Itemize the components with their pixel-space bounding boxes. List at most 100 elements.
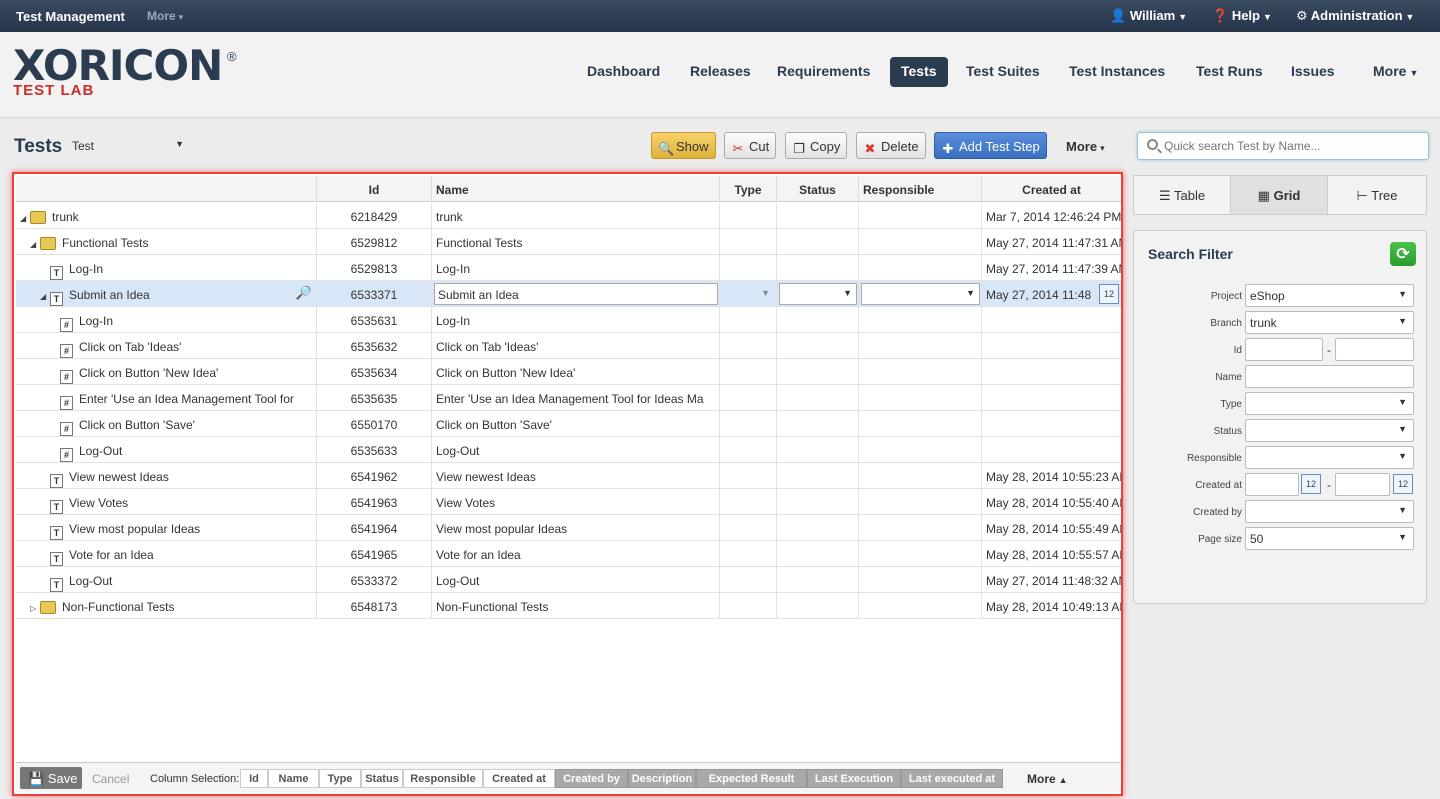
cut-button[interactable]: ✂ Cut bbox=[724, 132, 777, 159]
tree-cell[interactable]: # Log-In bbox=[16, 307, 316, 333]
table-row[interactable]: ◢ trunk 6218429 trunk Mar 7, 2014 12:46:24 P… bbox=[16, 203, 1121, 229]
tab-tree[interactable]: ⊢ Tree bbox=[1328, 176, 1426, 214]
created-to-input[interactable] bbox=[1335, 473, 1390, 496]
tree-cell[interactable]: ▷ Non-Functional Tests bbox=[16, 593, 316, 619]
table-row[interactable]: # Click on Button 'Save' 6550170 Click on B… bbox=[16, 411, 1121, 437]
page-size-select[interactable]: 50 ▼ bbox=[1245, 527, 1414, 550]
project-select[interactable]: eShop ▼ bbox=[1245, 284, 1414, 307]
footer-more-button[interactable]: More ▲ bbox=[1027, 772, 1068, 786]
expand-toggle-icon[interactable]: ◢ bbox=[20, 214, 30, 223]
table-row[interactable]: ◢ T Submit an Idea 🔎 6533371 Submit an Idea ▼ ▼… bbox=[16, 281, 1121, 307]
created-by-select[interactable]: ▼ bbox=[1245, 500, 1414, 523]
name-edit-input[interactable]: Submit an Idea bbox=[434, 283, 718, 305]
column-toggle[interactable]: Name bbox=[268, 769, 319, 788]
tree-cell[interactable]: T Vote for an Idea bbox=[16, 541, 316, 567]
tree-cell[interactable]: T Log-Out bbox=[16, 567, 316, 593]
table-row[interactable]: # Click on Tab 'Ideas' 6535632 Click on Tab… bbox=[16, 333, 1121, 359]
calendar-icon[interactable]: 12 bbox=[1099, 284, 1119, 304]
nav-test-runs[interactable]: Test Runs bbox=[1185, 57, 1274, 87]
col-header-type[interactable]: Type bbox=[719, 176, 776, 202]
calendar-icon[interactable]: 12 bbox=[1393, 474, 1413, 494]
app-title[interactable]: Test Management bbox=[16, 9, 125, 24]
tab-grid[interactable]: ▦ Grid bbox=[1231, 176, 1328, 214]
expand-toggle-icon[interactable]: ▷ bbox=[30, 604, 40, 613]
test-type-select[interactable]: Test ▼ bbox=[72, 139, 184, 153]
show-button[interactable]: 🔍 Show bbox=[651, 132, 716, 159]
responsible-edit-select[interactable]: ▼ bbox=[861, 283, 980, 305]
top-more-menu[interactable]: More ▾ bbox=[147, 9, 183, 23]
column-toggle[interactable]: Description bbox=[628, 769, 696, 788]
table-row[interactable]: # Click on Button 'New Idea' 6535634 Click … bbox=[16, 359, 1121, 385]
logo[interactable]: XORICON ® TEST LAB bbox=[13, 45, 237, 99]
type-cell[interactable]: ▼ bbox=[719, 281, 776, 307]
table-row[interactable]: T Log-In 6529813 Log-In May 27, 2014 11:47:3… bbox=[16, 255, 1121, 281]
table-row[interactable]: T Log-Out 6533372 Log-Out May 27, 2014 11:48… bbox=[16, 567, 1121, 593]
quick-search-input[interactable] bbox=[1164, 138, 1424, 154]
delete-button[interactable]: ✖ Delete bbox=[856, 132, 926, 159]
tree-cell[interactable]: # Click on Button 'New Idea' bbox=[16, 359, 316, 385]
column-toggle[interactable]: Created by bbox=[555, 769, 628, 788]
tree-cell[interactable]: T View newest Ideas bbox=[16, 463, 316, 489]
nav-releases[interactable]: Releases bbox=[679, 57, 762, 87]
column-toggle[interactable]: Expected Result bbox=[696, 769, 807, 788]
col-header-name[interactable]: Name bbox=[431, 176, 719, 202]
col-header-responsible[interactable]: Responsible bbox=[858, 176, 981, 202]
magnifier-icon[interactable]: 🔎 bbox=[296, 285, 312, 301]
nav-test-instances[interactable]: Test Instances bbox=[1058, 57, 1176, 87]
table-row[interactable]: T Vote for an Idea 6541965 Vote for an Idea… bbox=[16, 541, 1121, 567]
responsible-select[interactable]: ▼ bbox=[1245, 446, 1414, 469]
column-toggle[interactable]: Type bbox=[319, 769, 361, 788]
admin-menu[interactable]: ⚙ Administration ▼ bbox=[1296, 8, 1414, 24]
created-from-input[interactable] bbox=[1245, 473, 1299, 496]
status-select[interactable]: ▼ bbox=[1245, 419, 1414, 442]
col-header-created[interactable]: Created at bbox=[981, 176, 1121, 202]
nav-requirements[interactable]: Requirements bbox=[766, 57, 881, 87]
col-header-status[interactable]: Status bbox=[776, 176, 858, 202]
col-header-id[interactable]: Id bbox=[316, 176, 431, 202]
tree-cell[interactable]: # Click on Button 'Save' bbox=[16, 411, 316, 437]
table-row[interactable]: T View Votes 6541963 View Votes May 28, 2014… bbox=[16, 489, 1121, 515]
tree-cell[interactable]: # Enter 'Use an Idea Management Tool for bbox=[16, 385, 316, 411]
tree-cell[interactable]: ◢ T Submit an Idea 🔎 bbox=[16, 281, 316, 307]
nav-issues[interactable]: Issues bbox=[1280, 57, 1346, 87]
column-toggle[interactable]: Status bbox=[361, 769, 403, 788]
tab-table[interactable]: ☰ Table bbox=[1134, 176, 1231, 214]
table-row[interactable]: ▷ Non-Functional Tests 6548173 Non-Function… bbox=[16, 593, 1121, 619]
save-button[interactable]: 💾 Save bbox=[20, 767, 82, 789]
table-row[interactable]: T View most popular Ideas 6541964 View most… bbox=[16, 515, 1121, 541]
expand-toggle-icon[interactable]: ◢ bbox=[40, 292, 50, 301]
tree-cell[interactable]: T View Votes bbox=[16, 489, 316, 515]
tree-cell[interactable]: T View most popular Ideas bbox=[16, 515, 316, 541]
table-row[interactable]: # Log-In 6535631 Log-In bbox=[16, 307, 1121, 333]
table-row[interactable]: # Enter 'Use an Idea Management Tool for 6… bbox=[16, 385, 1121, 411]
nav-more[interactable]: More ▼ bbox=[1362, 57, 1429, 87]
user-menu[interactable]: 👤 William ▼ bbox=[1110, 8, 1187, 24]
table-row[interactable]: T View newest Ideas 6541962 View newest Ide… bbox=[16, 463, 1121, 489]
column-toggle[interactable]: Id bbox=[240, 769, 268, 788]
name-input[interactable] bbox=[1245, 365, 1414, 388]
id-from-input[interactable] bbox=[1245, 338, 1323, 361]
tree-cell[interactable]: # Log-Out bbox=[16, 437, 316, 463]
help-menu[interactable]: ❓ Help ▼ bbox=[1212, 8, 1272, 24]
copy-button[interactable]: ❐ Copy bbox=[785, 132, 848, 159]
table-row[interactable]: # Log-Out 6535633 Log-Out bbox=[16, 437, 1121, 463]
branch-select[interactable]: trunk ▼ bbox=[1245, 311, 1414, 334]
type-select[interactable]: ▼ bbox=[1245, 392, 1414, 415]
nav-dashboard[interactable]: Dashboard bbox=[576, 57, 671, 87]
column-toggle[interactable]: Last Execution bbox=[807, 769, 901, 788]
column-toggle[interactable]: Created at bbox=[483, 769, 555, 788]
tree-cell[interactable]: # Click on Tab 'Ideas' bbox=[16, 333, 316, 359]
nav-test-suites[interactable]: Test Suites bbox=[955, 57, 1051, 87]
status-edit-select[interactable]: ▼ bbox=[779, 283, 857, 305]
table-row[interactable]: ◢ Functional Tests 6529812 Functional Tests… bbox=[16, 229, 1121, 255]
refresh-icon[interactable]: ⟳ bbox=[1390, 242, 1416, 266]
tree-cell[interactable]: ◢ trunk bbox=[16, 203, 316, 229]
nav-tests[interactable]: Tests bbox=[890, 57, 948, 87]
toolbar-more-button[interactable]: More ▾ bbox=[1066, 139, 1105, 154]
column-toggle[interactable]: Responsible bbox=[403, 769, 483, 788]
id-to-input[interactable] bbox=[1335, 338, 1414, 361]
add-test-step-button[interactable]: ✚ Add Test Step bbox=[934, 132, 1047, 159]
expand-toggle-icon[interactable]: ◢ bbox=[30, 240, 40, 249]
column-toggle[interactable]: Last executed at bbox=[901, 769, 1003, 788]
tree-cell[interactable]: ◢ Functional Tests bbox=[16, 229, 316, 255]
